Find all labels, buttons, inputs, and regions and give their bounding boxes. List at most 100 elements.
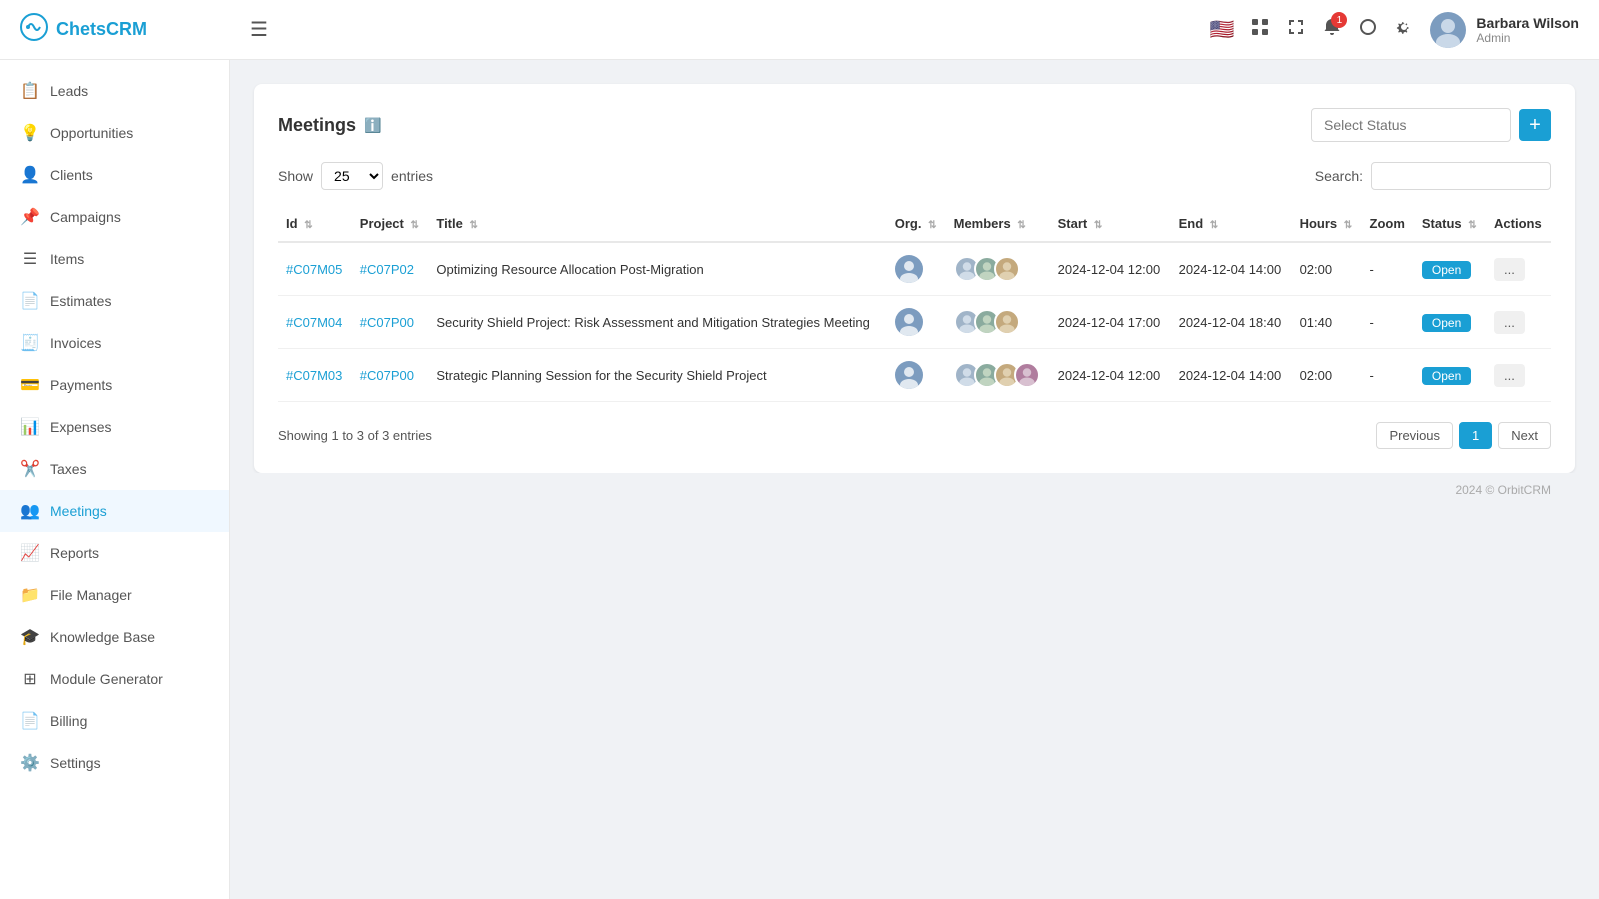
items-icon: ☰ [20, 249, 40, 269]
sidebar-item-leads[interactable]: 📋 Leads [0, 70, 229, 112]
row-action-button[interactable]: ... [1494, 311, 1525, 334]
logo-icon [20, 13, 48, 47]
meeting-zoom: - [1370, 315, 1374, 330]
col-actions: Actions [1486, 206, 1551, 242]
sidebar-item-items[interactable]: ☰ Items [0, 238, 229, 280]
sidebar-item-module-generator[interactable]: ⊞ Module Generator [0, 658, 229, 700]
dark-mode-icon[interactable] [1358, 17, 1378, 42]
cell-project: #C07P02 [352, 242, 429, 296]
search-input[interactable] [1371, 162, 1551, 190]
sidebar-item-file-manager[interactable]: 📁 File Manager [0, 574, 229, 616]
cell-end: 2024-12-04 14:00 [1171, 349, 1292, 402]
cell-members [946, 296, 1050, 349]
meeting-id-link[interactable]: #C07M05 [286, 262, 342, 277]
sidebar-item-campaigns[interactable]: 📌 Campaigns [0, 196, 229, 238]
pagination-showing-text: Showing 1 to 3 of 3 entries [278, 428, 432, 443]
topbar: ChetsCRM ☰ 🇺🇸 1 Barbara Wilson Admin [0, 0, 1599, 60]
pagination: Previous 1 Next [1376, 422, 1551, 449]
sort-icon-start: ⇅ [1094, 220, 1102, 231]
sidebar-item-knowledge-base[interactable]: 🎓 Knowledge Base [0, 616, 229, 658]
status-select-input[interactable] [1311, 108, 1511, 142]
col-project[interactable]: Project ⇅ [352, 206, 429, 242]
members-avatars [954, 309, 1042, 335]
member-avatar [1014, 362, 1040, 388]
sidebar-item-label: Items [50, 251, 84, 267]
sidebar-item-taxes[interactable]: ✂️ Taxes [0, 448, 229, 490]
sidebar-item-label: Estimates [50, 293, 111, 309]
row-action-button[interactable]: ... [1494, 364, 1525, 387]
clients-icon: 👤 [20, 165, 40, 185]
col-org-label: Org. [895, 216, 922, 231]
cell-title: Security Shield Project: Risk Assessment… [428, 296, 886, 349]
meeting-id-link[interactable]: #C07M04 [286, 315, 342, 330]
col-status[interactable]: Status ⇅ [1414, 206, 1486, 242]
cell-members [946, 349, 1050, 402]
sidebar-item-opportunities[interactable]: 💡 Opportunities [0, 112, 229, 154]
grid-icon[interactable] [1250, 17, 1270, 42]
org-avatars [895, 308, 938, 336]
project-id-link[interactable]: #C07P00 [360, 315, 414, 330]
next-button[interactable]: Next [1498, 422, 1551, 449]
notification-icon[interactable]: 1 [1322, 17, 1342, 42]
sidebar-item-label: Billing [50, 713, 87, 729]
meetings-card: Meetings ℹ️ + Show 25 10 50 100 [254, 84, 1575, 473]
show-label: Show [278, 168, 313, 184]
sidebar-item-payments[interactable]: 💳 Payments [0, 364, 229, 406]
user-details: Barbara Wilson Admin [1476, 15, 1579, 45]
add-meeting-button[interactable]: + [1519, 109, 1551, 141]
settings-icon[interactable] [1394, 17, 1414, 42]
meetings-icon: 👥 [20, 501, 40, 521]
sidebar-item-billing[interactable]: 📄 Billing [0, 700, 229, 742]
col-org[interactable]: Org. ⇅ [887, 206, 946, 242]
meeting-start: 2024-12-04 12:00 [1058, 262, 1161, 277]
cell-hours: 02:00 [1292, 349, 1362, 402]
col-zoom-label: Zoom [1370, 216, 1405, 231]
cell-title: Optimizing Resource Allocation Post-Migr… [428, 242, 886, 296]
previous-button[interactable]: Previous [1376, 422, 1453, 449]
row-action-button[interactable]: ... [1494, 258, 1525, 281]
sidebar-item-clients[interactable]: 👤 Clients [0, 154, 229, 196]
cell-org [887, 349, 946, 402]
user-info[interactable]: Barbara Wilson Admin [1430, 12, 1579, 48]
table-header-row: Id ⇅ Project ⇅ Title ⇅ Org. [278, 206, 1551, 242]
col-title[interactable]: Title ⇅ [428, 206, 886, 242]
taxes-icon: ✂️ [20, 459, 40, 479]
sidebar-item-meetings[interactable]: 👥 Meetings [0, 490, 229, 532]
sidebar-item-invoices[interactable]: 🧾 Invoices [0, 322, 229, 364]
members-avatars [954, 362, 1042, 388]
cell-actions: ... [1486, 242, 1551, 296]
col-members[interactable]: Members ⇅ [946, 206, 1050, 242]
flag-icon[interactable]: 🇺🇸 [1210, 17, 1235, 42]
sidebar-nav: 📋 Leads 💡 Opportunities 👤 Clients 📌 Camp… [0, 60, 229, 899]
cell-start: 2024-12-04 17:00 [1050, 296, 1171, 349]
sidebar-item-expenses[interactable]: 📊 Expenses [0, 406, 229, 448]
sidebar-item-settings[interactable]: ⚙️ Settings [0, 742, 229, 784]
page-1-button[interactable]: 1 [1459, 422, 1492, 449]
cell-zoom: - [1362, 242, 1414, 296]
col-start[interactable]: Start ⇅ [1050, 206, 1171, 242]
cell-end: 2024-12-04 14:00 [1171, 242, 1292, 296]
sidebar-item-label: Settings [50, 755, 101, 771]
sidebar-item-reports[interactable]: 📈 Reports [0, 532, 229, 574]
hamburger-menu[interactable]: ☰ [250, 17, 268, 42]
logo-text: ChetsCRM [56, 19, 147, 40]
sort-icon-title: ⇅ [469, 220, 477, 231]
cell-project: #C07P00 [352, 349, 429, 402]
sidebar-item-label: Expenses [50, 419, 111, 435]
cell-start: 2024-12-04 12:00 [1050, 242, 1171, 296]
logo: ChetsCRM [20, 13, 250, 47]
org-avatars [895, 361, 938, 389]
col-hours[interactable]: Hours ⇅ [1292, 206, 1362, 242]
col-end[interactable]: End ⇅ [1171, 206, 1292, 242]
user-role: Admin [1476, 31, 1579, 45]
table-row: #C07M03 #C07P00 Strategic Planning Sessi… [278, 349, 1551, 402]
fullscreen-icon[interactable] [1286, 17, 1306, 42]
project-id-link[interactable]: #C07P02 [360, 262, 414, 277]
sidebar-item-estimates[interactable]: 📄 Estimates [0, 280, 229, 322]
meeting-id-link[interactable]: #C07M03 [286, 368, 342, 383]
entries-per-page-select[interactable]: 25 10 50 100 [321, 162, 383, 190]
info-icon[interactable]: ℹ️ [364, 117, 381, 134]
col-id[interactable]: Id ⇅ [278, 206, 352, 242]
header-actions: + [1311, 108, 1551, 142]
project-id-link[interactable]: #C07P00 [360, 368, 414, 383]
